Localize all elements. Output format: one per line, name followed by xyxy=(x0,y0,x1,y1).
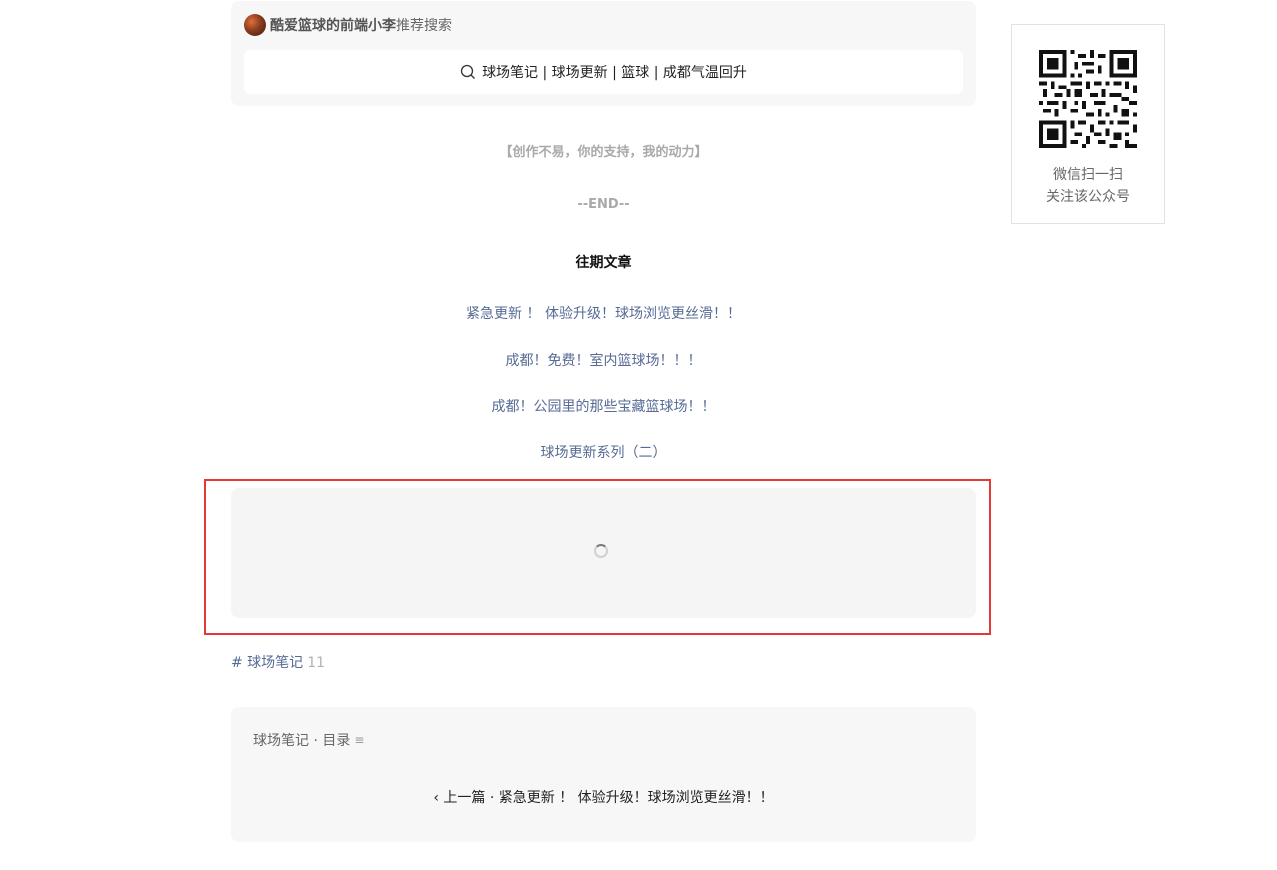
author-name: 酷爱篮球的前端小李 xyxy=(270,18,396,34)
past-article-link[interactable]: 紧急更新 ！ 体验升级！球场浏览更丝滑！！ xyxy=(231,303,976,323)
qr-code-icon xyxy=(1039,50,1137,148)
past-article-link[interactable]: 成都！免费！室内篮球场！！！ xyxy=(231,350,976,370)
loading-card xyxy=(231,488,976,618)
previous-article-link[interactable]: ‹ 上一篇 · 紧急更新 ！ 体验升级！球场浏览更丝滑！！ xyxy=(231,787,976,807)
past-articles-title: 往期文章 xyxy=(575,255,632,271)
loading-spinner-icon xyxy=(594,544,608,558)
menu-icon: ≡ xyxy=(354,733,365,747)
recommend-search-label: 推荐搜索 xyxy=(396,18,452,34)
topic-tag-label: # 球场笔记 xyxy=(231,655,304,671)
search-card-header: 酷爱篮球的前端小李 推荐搜索 xyxy=(244,14,452,36)
search-box[interactable]: 球场笔记 | 球场更新 | 篮球 | 成都气温回升 xyxy=(244,50,963,94)
qr-caption-line1: 微信扫一扫 xyxy=(1053,167,1123,183)
past-article-link[interactable]: 球场更新系列（二） xyxy=(231,442,976,462)
support-quote: 【创作不易，你的支持，我的动力】 xyxy=(499,145,708,160)
qr-caption-line2: 关注该公众号 xyxy=(1046,189,1130,205)
author-avatar xyxy=(244,14,266,36)
end-marker: --END-- xyxy=(577,197,630,212)
toc-header[interactable]: 球场笔记 · 目录 ≡ xyxy=(253,730,364,750)
toc-title: 球场笔记 · 目录 xyxy=(253,733,351,749)
topic-tag[interactable]: # 球场笔记 11 xyxy=(231,652,325,672)
topic-tag-count: 11 xyxy=(307,655,326,671)
search-query: 球场笔记 | 球场更新 | 篮球 | 成都气温回升 xyxy=(482,65,747,81)
qr-card: 微信扫一扫 关注该公众号 xyxy=(1011,24,1165,224)
search-icon xyxy=(460,64,476,79)
toc-card: 球场笔记 · 目录 ≡ ‹ 上一篇 · 紧急更新 ！ 体验升级！球场浏览更丝滑！… xyxy=(231,707,976,842)
past-article-link[interactable]: 成都！公园里的那些宝藏篮球场！！ xyxy=(231,396,976,416)
recommended-search-card[interactable]: 酷爱篮球的前端小李 推荐搜索 球场笔记 | 球场更新 | 篮球 | 成都气温回升 xyxy=(231,1,976,106)
